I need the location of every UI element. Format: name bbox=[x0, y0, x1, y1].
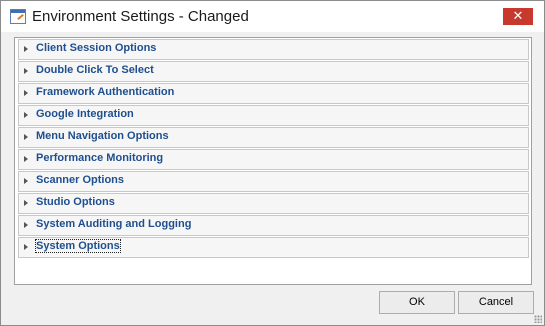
close-icon[interactable]: ✕ bbox=[503, 8, 533, 25]
triangle-right-icon[interactable] bbox=[24, 200, 28, 206]
environment-settings-dialog: Environment Settings - Changed ✕ Client … bbox=[0, 0, 545, 326]
group-google-integration[interactable]: Google Integration bbox=[18, 105, 529, 126]
triangle-right-icon[interactable] bbox=[24, 68, 28, 74]
group-label: System Options bbox=[35, 239, 121, 253]
group-framework-authentication[interactable]: Framework Authentication bbox=[18, 83, 529, 104]
group-label: Scanner Options bbox=[36, 174, 125, 186]
group-studio-options[interactable]: Studio Options bbox=[18, 193, 529, 214]
group-menu-navigation-options[interactable]: Menu Navigation Options bbox=[18, 127, 529, 148]
group-label: Menu Navigation Options bbox=[36, 130, 169, 142]
group-label: Studio Options bbox=[36, 196, 115, 208]
triangle-right-icon[interactable] bbox=[24, 156, 28, 162]
group-performance-monitoring[interactable]: Performance Monitoring bbox=[18, 149, 529, 170]
settings-group-list: Client Session Options Double Click To S… bbox=[14, 37, 532, 285]
group-label: Double Click To Select bbox=[36, 64, 154, 76]
settings-window-icon bbox=[10, 9, 26, 24]
group-label: System Auditing and Logging bbox=[36, 218, 192, 230]
group-system-auditing-and-logging[interactable]: System Auditing and Logging bbox=[18, 215, 529, 236]
group-label: Framework Authentication bbox=[36, 86, 175, 98]
triangle-right-icon[interactable] bbox=[24, 178, 28, 184]
group-system-options[interactable]: System Options bbox=[18, 237, 529, 258]
group-scanner-options[interactable]: Scanner Options bbox=[18, 171, 529, 192]
cancel-button[interactable]: Cancel bbox=[458, 291, 534, 314]
group-client-session-options[interactable]: Client Session Options bbox=[18, 39, 529, 60]
ok-button[interactable]: OK bbox=[379, 291, 455, 314]
triangle-right-icon[interactable] bbox=[24, 222, 28, 228]
group-label: Client Session Options bbox=[36, 42, 157, 54]
triangle-right-icon[interactable] bbox=[24, 90, 28, 96]
title-bar[interactable]: Environment Settings - Changed ✕ bbox=[1, 1, 544, 32]
triangle-right-icon[interactable] bbox=[24, 244, 28, 250]
group-double-click-to-select[interactable]: Double Click To Select bbox=[18, 61, 529, 82]
group-label: Performance Monitoring bbox=[36, 152, 164, 164]
resize-grip-icon[interactable] bbox=[534, 315, 542, 323]
window-title: Environment Settings - Changed bbox=[32, 8, 249, 25]
triangle-right-icon[interactable] bbox=[24, 112, 28, 118]
triangle-right-icon[interactable] bbox=[24, 46, 28, 52]
triangle-right-icon[interactable] bbox=[24, 134, 28, 140]
group-label: Google Integration bbox=[36, 108, 134, 120]
